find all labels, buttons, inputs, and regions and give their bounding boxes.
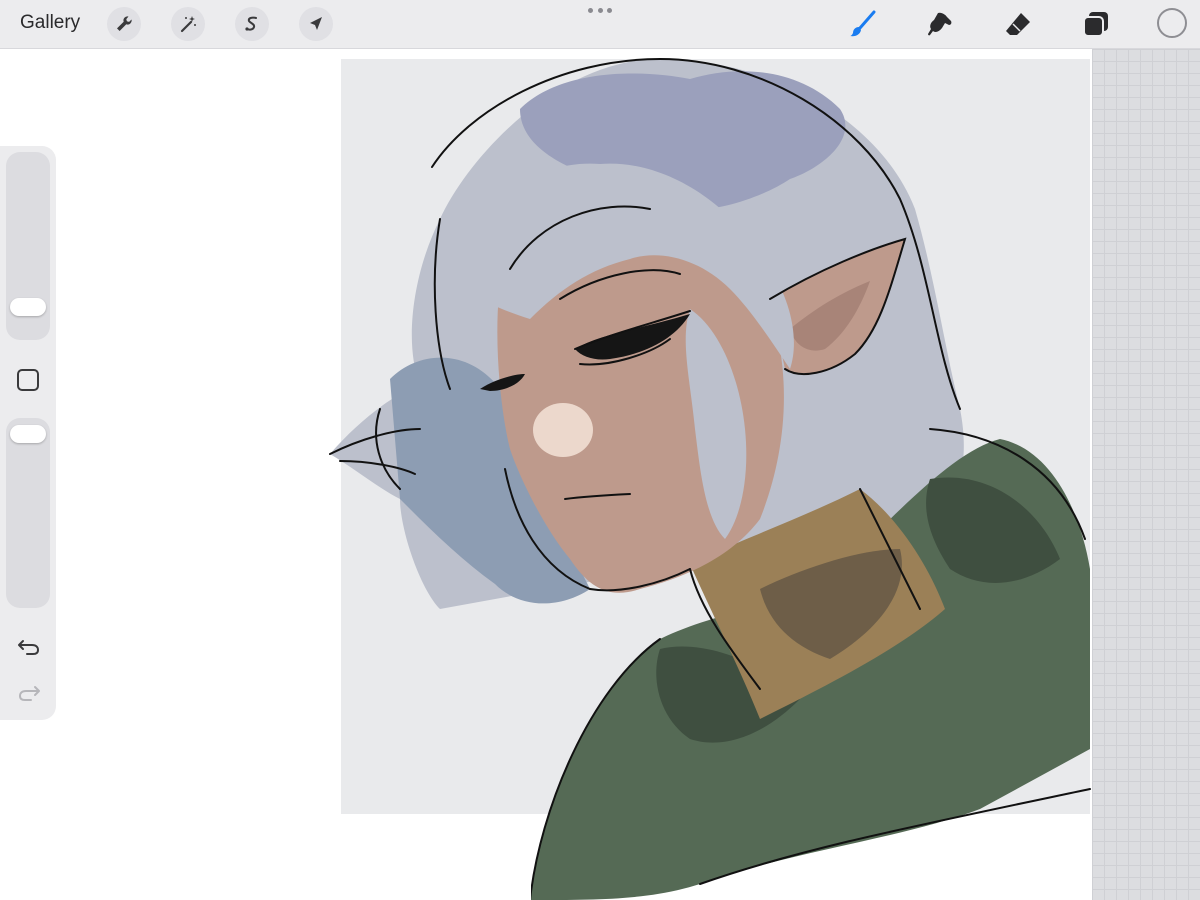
eraser-icon	[1006, 13, 1030, 35]
opacity-slider[interactable]	[6, 418, 50, 608]
opacity-thumb[interactable]	[10, 425, 46, 443]
smudge-button[interactable]	[924, 8, 956, 40]
grip-dot	[607, 8, 612, 13]
eraser-button[interactable]	[1002, 8, 1034, 40]
magic-wand-icon	[180, 16, 196, 33]
artwork	[329, 58, 1091, 900]
redo-icon	[18, 686, 40, 701]
arrow-cursor-icon	[310, 17, 322, 30]
artwork-bottom-fill	[341, 814, 531, 900]
brush-button[interactable]	[846, 8, 878, 40]
grip-dot	[588, 8, 593, 13]
redo-button[interactable]	[16, 681, 42, 703]
blush	[533, 403, 593, 457]
smudge-icon	[928, 12, 952, 36]
brush-size-slider[interactable]	[6, 152, 50, 340]
layers-button[interactable]	[1080, 8, 1112, 40]
layers-icon	[1083, 12, 1108, 37]
wrench-icon	[117, 16, 132, 31]
toolbar-grip[interactable]	[588, 8, 612, 14]
transform-button[interactable]	[299, 7, 333, 41]
brush-icon	[850, 10, 876, 37]
selection-s-icon	[245, 16, 257, 31]
square-icon[interactable]	[17, 369, 39, 391]
gallery-button[interactable]: Gallery	[20, 12, 80, 34]
color-swatch-icon[interactable]	[1157, 8, 1187, 38]
undo-button[interactable]	[16, 635, 42, 657]
left-sidebar	[0, 146, 56, 720]
top-toolbar: Gallery	[0, 0, 1200, 49]
selection-button[interactable]	[235, 7, 269, 41]
actions-button[interactable]	[107, 7, 141, 41]
brush-size-thumb[interactable]	[10, 298, 46, 316]
undo-icon	[18, 640, 40, 655]
grip-dot	[597, 8, 603, 13]
adjustments-button[interactable]	[171, 7, 205, 41]
